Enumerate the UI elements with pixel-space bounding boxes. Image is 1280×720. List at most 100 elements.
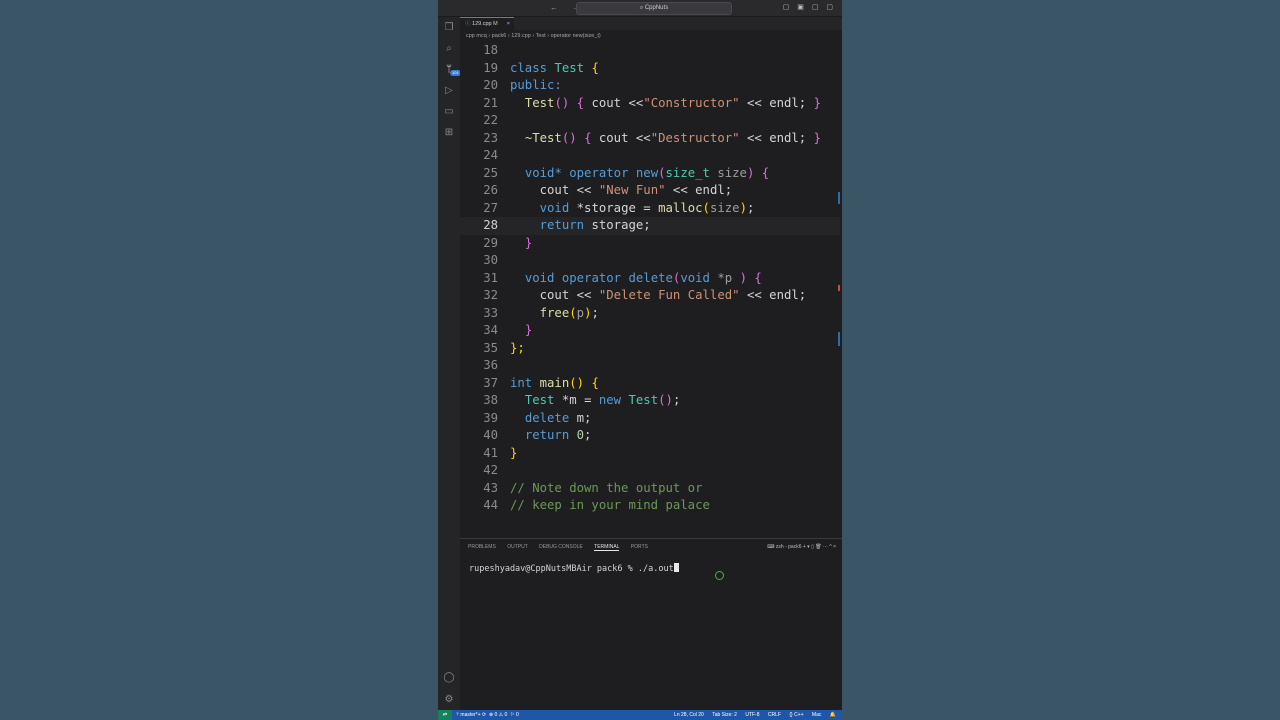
- modified-indicator: M: [493, 21, 498, 27]
- code-line: 43// Note down the output or: [460, 480, 840, 498]
- code-line: 30: [460, 252, 840, 270]
- panel-controls: ⌨ zsh - pack6 + ▾ ▯ 🗑 ··· ^ ×: [767, 544, 836, 550]
- code-line: 41}: [460, 445, 840, 463]
- code-line-current: 28 return storage;: [460, 217, 840, 235]
- tab-size[interactable]: Tab Size: 2: [712, 712, 737, 718]
- code-line: 27 void *storage = malloc(size);: [460, 200, 840, 218]
- command-center-search[interactable]: ⌕ CppNuts: [576, 2, 732, 15]
- tab-problems[interactable]: PROBLEMS: [468, 544, 496, 550]
- code-line: 38 Test *m = new Test();: [460, 392, 840, 410]
- platform[interactable]: Mac: [812, 712, 821, 718]
- code-line: 34 }: [460, 322, 840, 340]
- line-number: 29: [483, 235, 498, 250]
- code-line: 42: [460, 462, 840, 480]
- tab-output[interactable]: OUTPUT: [507, 544, 528, 550]
- code-editor[interactable]: 18 19 class Test { 20 public: 21 Test() { …: [460, 42, 842, 537]
- tab-filename: 129.cpp: [472, 21, 492, 27]
- bottom-panel: PROBLEMS OUTPUT DEBUG CONSOLE TERMINAL P…: [460, 538, 842, 711]
- line-number: 24: [483, 148, 498, 162]
- branch-icon: ᛘ: [456, 712, 460, 718]
- terminal-icon: ⌨: [767, 544, 776, 550]
- line-number: 30: [483, 253, 498, 267]
- code-line: 29 }: [460, 235, 840, 253]
- line-number: 26: [483, 183, 498, 197]
- language-mode[interactable]: {} C++: [789, 712, 803, 718]
- code-line: 35};: [460, 340, 840, 358]
- click-indicator: [715, 571, 724, 580]
- search-icon[interactable]: ⌕: [442, 42, 456, 56]
- title-bar: ← → ⌕ CppNuts ▢ ▣ ▢ ▢: [438, 0, 842, 17]
- code-line: 25 void* operator new(size_t size) {: [460, 165, 840, 183]
- code-line: 23 ~Test() { cout <<"Destructor" << endl…: [460, 130, 840, 148]
- change-marker: [838, 332, 840, 346]
- line-number: 27: [483, 200, 498, 215]
- problems-count[interactable]: ⊗ 0 ⚠ 0: [489, 712, 507, 718]
- cpp-file-icon: ⓒ: [465, 21, 473, 27]
- line-number: 32: [483, 288, 498, 302]
- line-number: 33: [483, 305, 498, 320]
- tab-terminal[interactable]: TERMINAL: [594, 544, 620, 551]
- change-marker: [838, 285, 840, 291]
- extensions-icon[interactable]: ⊞: [442, 126, 456, 140]
- code-line: 18: [460, 42, 840, 60]
- layout-icons[interactable]: ▢ ▣ ▢ ▢: [783, 3, 836, 11]
- terminal-output[interactable]: rupeshyadav@CppNutsMBAir pack6 % ./a.out: [469, 563, 679, 574]
- line-number: 34: [483, 323, 498, 337]
- line-number: 25: [483, 165, 498, 180]
- panel-actions[interactable]: + ▾ ▯ 🗑 ··· ^ ×: [803, 544, 836, 550]
- tab-129-cpp[interactable]: ⓒ 129.cpp M ×: [460, 17, 514, 30]
- terminal-prompt: rupeshyadav@CppNutsMBAir pack6 % ./a.out: [469, 564, 674, 574]
- line-number: 40: [483, 428, 498, 442]
- remote-explorer-icon[interactable]: ▭: [442, 105, 456, 119]
- ports-count[interactable]: ⚐ 0: [510, 712, 519, 718]
- shell-name[interactable]: zsh - pack6: [776, 544, 802, 550]
- workspace-name: CppNuts: [644, 5, 669, 11]
- account-icon[interactable]: ◯: [442, 671, 456, 685]
- eol[interactable]: CRLF: [768, 712, 781, 718]
- code-line: 20 public:: [460, 77, 840, 95]
- line-number: 31: [483, 270, 498, 285]
- code-line: 37 int main() {: [460, 375, 840, 393]
- line-number: 22: [483, 113, 498, 127]
- line-number: 18: [483, 43, 498, 57]
- line-number: 43: [483, 480, 498, 495]
- code-line: 36: [460, 357, 840, 375]
- line-number: 19: [483, 60, 498, 75]
- status-bar: ⇄ ᛘ master*+ ⟳ ⊗ 0 ⚠ 0 ⚐ 0 Ln 28, Col 20…: [438, 710, 842, 720]
- settings-gear-icon[interactable]: ⚙: [442, 693, 456, 707]
- close-icon[interactable]: ×: [507, 18, 510, 30]
- code-line: 26 cout << "New Fun" << endl;: [460, 182, 840, 200]
- breadcrumb[interactable]: cpp mcq › pack6 › 129.cpp › Test › opera…: [466, 32, 601, 40]
- cursor-position[interactable]: Ln 28, Col 20: [674, 712, 704, 718]
- run-debug-icon[interactable]: ▷: [442, 84, 456, 98]
- code-line: 19 class Test {: [460, 60, 840, 78]
- line-number: 39: [483, 410, 498, 425]
- tab-debug-console[interactable]: DEBUG CONSOLE: [539, 544, 583, 550]
- line-number: 23: [483, 130, 498, 145]
- bell-icon[interactable]: 🔔: [830, 712, 836, 718]
- line-number: 36: [483, 358, 498, 372]
- change-marker: [838, 192, 840, 204]
- encoding[interactable]: UTF-8: [745, 712, 759, 718]
- line-number: 28: [483, 218, 498, 232]
- line-number: 42: [483, 463, 498, 477]
- code-line: 22: [460, 112, 840, 130]
- sync-icon[interactable]: ⟳: [482, 712, 486, 718]
- line-number: 41: [483, 445, 498, 460]
- source-control-icon[interactable]: ᛘ 101: [442, 63, 461, 77]
- code-line: 33 free(p);: [460, 305, 840, 323]
- code-line: 31 void operator delete(void *p ) {: [460, 270, 840, 288]
- git-branch[interactable]: master*+: [460, 712, 480, 718]
- explorer-icon[interactable]: ❐: [442, 21, 456, 35]
- line-number: 21: [483, 95, 498, 110]
- vscode-window: ← → ⌕ CppNuts ▢ ▣ ▢ ▢ ❐ ⌕ ᛘ 101 ▷ ▭ ⊞ ◯ ⚙…: [438, 0, 842, 720]
- code-line: 44// keep in your mind palace: [460, 497, 840, 515]
- code-line: 32 cout << "Delete Fun Called" << endl;: [460, 287, 840, 305]
- line-number: 38: [483, 393, 498, 407]
- line-number: 20: [483, 78, 498, 92]
- code-line: 24: [460, 147, 840, 165]
- tab-ports[interactable]: PORTS: [631, 544, 648, 550]
- remote-icon[interactable]: ⇄: [438, 710, 452, 720]
- code-line: 39 delete m;: [460, 410, 840, 428]
- code-line: 21 Test() { cout <<"Constructor" << endl…: [460, 95, 840, 113]
